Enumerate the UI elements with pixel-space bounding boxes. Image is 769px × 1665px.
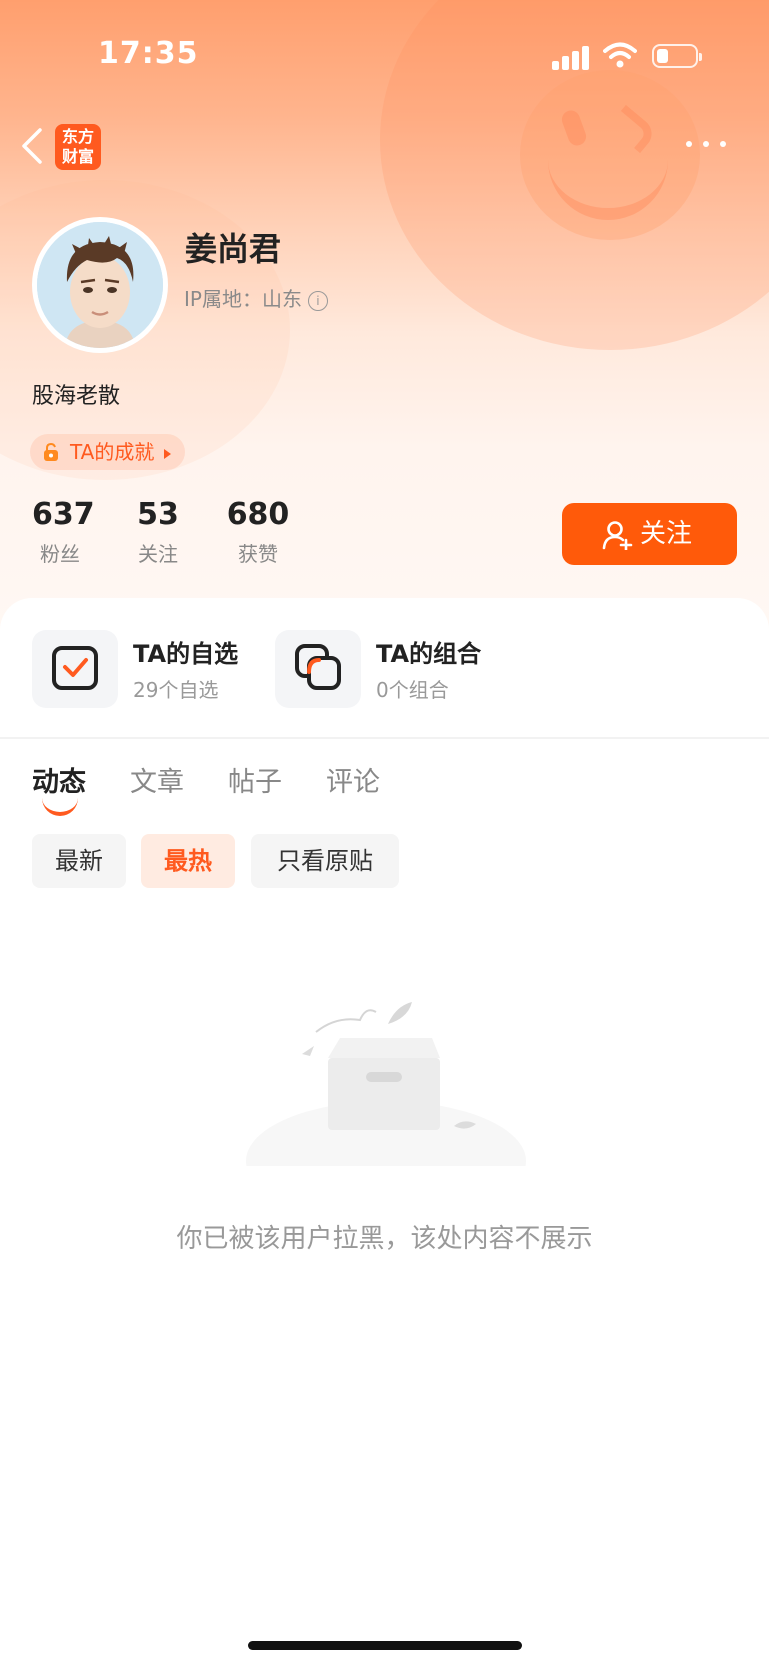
portfolio-title[interactable]: TA的组合 — [376, 634, 481, 669]
stat-likes[interactable]: 680 获赞 — [226, 498, 290, 567]
watchlist-icon — [52, 646, 98, 690]
cellular-signal-icon — [552, 44, 592, 70]
filter-original-only[interactable]: 只看原贴 — [251, 834, 399, 888]
achievements-button[interactable]: TA的成就 — [30, 434, 186, 470]
avatar[interactable] — [32, 217, 168, 353]
more-options-icon[interactable] — [686, 136, 726, 150]
add-person-icon — [602, 521, 633, 550]
watchlist-tile[interactable] — [32, 630, 118, 708]
home-indicator[interactable] — [248, 1641, 522, 1650]
filter-hottest[interactable]: 最热 — [141, 834, 235, 888]
watchlist-title[interactable]: TA的自选 — [133, 634, 238, 669]
tab-dynamics[interactable]: 动态 — [32, 760, 86, 799]
wifi-icon — [603, 42, 637, 68]
stat-followers[interactable]: 637 粉丝 — [32, 498, 95, 567]
battery-icon — [652, 44, 702, 68]
lock-icon — [44, 442, 58, 461]
caret-right-icon — [164, 448, 172, 459]
divider — [0, 737, 769, 739]
follow-button[interactable]: 关注 — [562, 503, 737, 565]
stat-following[interactable]: 53 关注 — [130, 498, 186, 567]
filter-latest[interactable]: 最新 — [32, 834, 126, 888]
status-bar: 17:35 — [0, 0, 769, 110]
profile-bio: 股海老散 — [32, 384, 121, 409]
watchlist-subtitle: 29个自选 — [133, 678, 219, 702]
profile-name: 姜尚君 — [185, 230, 282, 268]
portfolio-subtitle: 0个组合 — [376, 678, 449, 702]
tab-articles[interactable]: 文章 — [130, 760, 184, 799]
ip-location: IP属地：山东 i — [184, 283, 328, 312]
portfolio-icon — [295, 644, 341, 690]
portfolio-tile[interactable] — [275, 630, 361, 708]
info-icon[interactable]: i — [307, 290, 328, 311]
status-time: 17:35 — [98, 36, 199, 71]
back-arrow-icon[interactable] — [18, 126, 48, 166]
app-logo[interactable]: 东方 财富 — [55, 124, 101, 170]
avatar-illustration — [37, 222, 163, 348]
empty-state-message: 你已被该用户拉黑，该处内容不展示 — [176, 1224, 593, 1254]
tab-posts[interactable]: 帖子 — [228, 760, 282, 799]
tab-comments[interactable]: 评论 — [326, 760, 380, 799]
empty-box-illustration — [246, 1002, 526, 1166]
